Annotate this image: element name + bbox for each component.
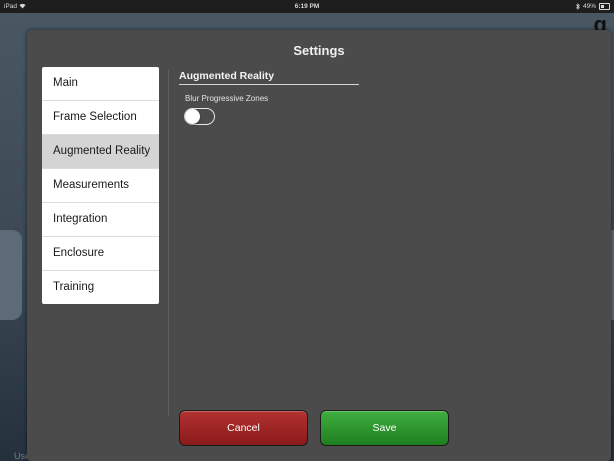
battery-icon xyxy=(599,3,610,10)
blur-progressive-zones-label: Blur Progressive Zones xyxy=(185,94,269,103)
modal-title: Settings xyxy=(293,43,345,58)
screen: g Username: tedt iPad 6:19 PM 49% xyxy=(0,0,614,461)
battery-percent: 49% xyxy=(582,3,596,10)
save-button[interactable]: Save xyxy=(320,410,449,446)
bluetooth-icon xyxy=(576,0,580,13)
cancel-button[interactable]: Cancel xyxy=(179,410,308,446)
blur-progressive-zones-toggle[interactable] xyxy=(184,108,215,125)
status-right: 49% xyxy=(576,0,610,13)
status-time: 6:19 PM xyxy=(294,3,320,10)
sidebar-divider xyxy=(168,70,169,416)
settings-modal: Settings Main Frame Selection Augmented … xyxy=(27,30,611,461)
sidebar-item-enclosure[interactable]: Enclosure xyxy=(42,237,159,271)
toggle-knob xyxy=(185,109,200,124)
section-header: Augmented Reality xyxy=(179,70,359,85)
sidebar-item-augmented-reality[interactable]: Augmented Reality xyxy=(42,135,159,169)
sidebar-item-frame-selection[interactable]: Frame Selection xyxy=(42,101,159,135)
settings-sidebar: Main Frame Selection Augmented Reality M… xyxy=(42,67,159,304)
sidebar-item-training[interactable]: Training xyxy=(42,271,159,304)
background-card-left xyxy=(0,230,22,320)
status-bar: iPad 6:19 PM 49% xyxy=(0,0,614,13)
sidebar-item-integration[interactable]: Integration xyxy=(42,203,159,237)
sidebar-item-measurements[interactable]: Measurements xyxy=(42,169,159,203)
sidebar-item-main[interactable]: Main xyxy=(42,67,159,101)
